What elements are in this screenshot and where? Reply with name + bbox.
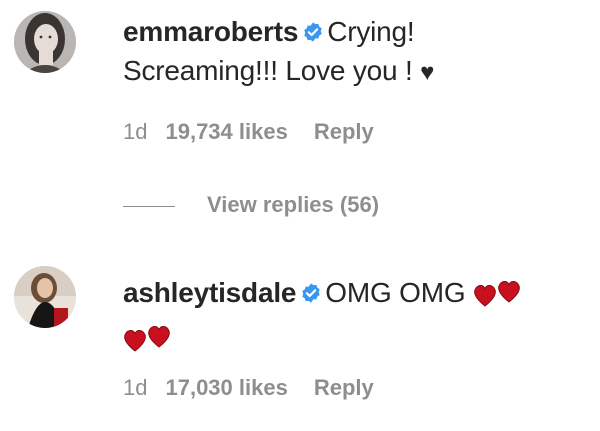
comment-body-line1: Crying! bbox=[327, 16, 415, 47]
reply-button[interactable]: Reply bbox=[314, 375, 374, 401]
view-replies-label: View replies (56) bbox=[207, 192, 380, 217]
verified-badge-icon bbox=[302, 283, 320, 303]
view-replies-divider bbox=[123, 205, 175, 207]
comment-text: emmaroberts Crying! Screaming!!! Love you… bbox=[123, 12, 580, 92]
reply-button[interactable]: Reply bbox=[314, 119, 374, 145]
comment-meta: 1d 19,734 likes Reply bbox=[123, 119, 374, 145]
avatar[interactable] bbox=[14, 266, 76, 328]
likes-count[interactable]: 19,734 likes bbox=[165, 119, 287, 145]
view-replies-button[interactable]: View replies (56) bbox=[123, 192, 379, 222]
comment-ashleytisdale: ashleytisdale OMG OMG 1d 17,030 likes Reply bbox=[0, 250, 600, 420]
comment-text: ashleytisdale OMG OMG bbox=[123, 273, 580, 363]
username-link[interactable]: emmaroberts bbox=[123, 16, 298, 47]
verified-badge-icon bbox=[304, 22, 322, 42]
red-hearts-emoji-icon bbox=[473, 279, 525, 318]
comment-emmaroberts: emmaroberts Crying! Screaming!!! Love you… bbox=[0, 0, 600, 170]
likes-count[interactable]: 17,030 likes bbox=[165, 375, 287, 401]
user-avatar-photo-icon bbox=[14, 266, 76, 328]
comment-body: OMG OMG bbox=[325, 277, 466, 308]
avatar[interactable] bbox=[14, 11, 76, 73]
username-link[interactable]: ashleytisdale bbox=[123, 277, 296, 308]
comment-meta: 1d 17,030 likes Reply bbox=[123, 375, 374, 401]
red-hearts-emoji-icon bbox=[123, 324, 175, 363]
comment-age[interactable]: 1d bbox=[123, 119, 147, 145]
comment-age[interactable]: 1d bbox=[123, 375, 147, 401]
comment-body-line2: Screaming!!! Love you ! bbox=[123, 55, 413, 86]
user-avatar-photo-icon bbox=[14, 11, 76, 73]
black-heart-icon: ♥ bbox=[420, 59, 435, 86]
